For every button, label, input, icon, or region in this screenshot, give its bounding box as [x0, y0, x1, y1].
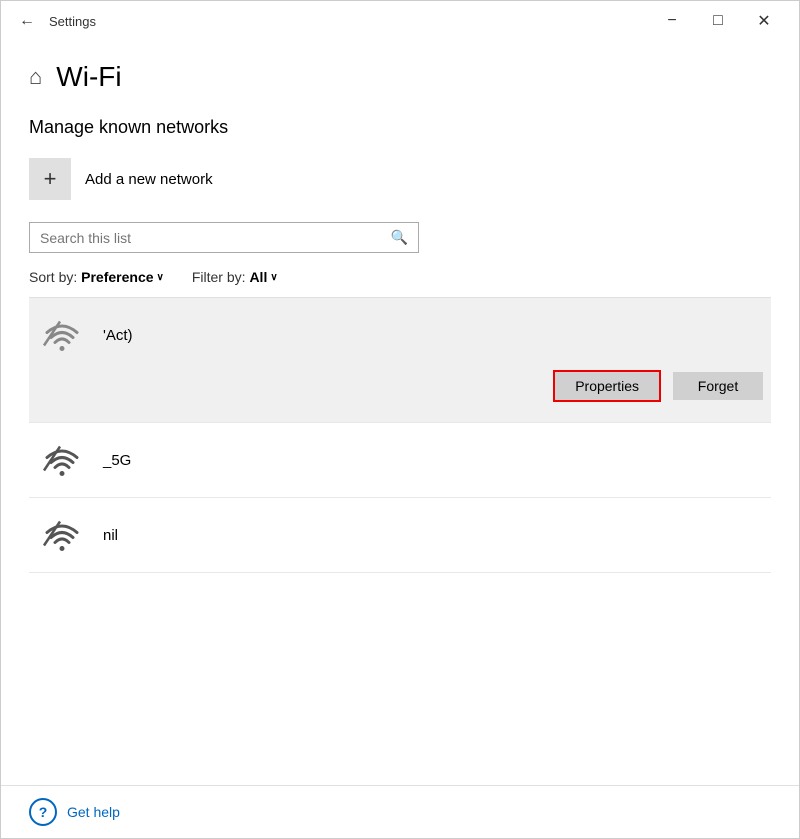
network-name-nil: nil: [103, 527, 763, 544]
filter-chevron: ∨: [270, 272, 277, 283]
network-name-act: 'Act): [103, 327, 763, 344]
settings-window: ← Settings − □ ✕ ⌂ Wi-Fi Manage known ne…: [0, 0, 800, 839]
main-content: ⌂ Wi-Fi Manage known networks + Add a ne…: [1, 41, 799, 785]
maximize-button[interactable]: □: [695, 5, 741, 37]
properties-button[interactable]: Properties: [553, 370, 661, 402]
forget-button[interactable]: Forget: [673, 372, 763, 400]
titlebar: ← Settings − □ ✕: [1, 1, 799, 41]
wifi-icon-act: [37, 314, 87, 356]
sort-chevron: ∨: [157, 272, 164, 283]
network-item-row[interactable]: 'Act): [29, 308, 771, 362]
page-header: ⌂ Wi-Fi: [29, 61, 771, 93]
filter-dropdown[interactable]: All ∨: [249, 269, 277, 285]
network-item-row-nil[interactable]: nil: [29, 508, 771, 562]
wifi-icon-nil: [37, 514, 87, 556]
back-icon: ←: [19, 12, 35, 30]
filter-label: Filter by: All ∨: [192, 269, 278, 285]
network-item-act: 'Act) Properties Forget: [29, 298, 771, 423]
page-title: Wi-Fi: [56, 61, 121, 93]
add-network-label: Add a new network: [85, 171, 213, 188]
back-button[interactable]: ←: [13, 8, 41, 34]
window-title: Settings: [49, 14, 649, 29]
network-item-row-5g[interactable]: _5G: [29, 433, 771, 487]
close-button[interactable]: ✕: [741, 5, 787, 37]
network-actions-act: Properties Forget: [29, 362, 771, 412]
wifi-icon-5g: [37, 439, 87, 481]
sort-label: Sort by: Preference ∨: [29, 269, 164, 285]
get-help-link[interactable]: Get help: [67, 804, 120, 820]
add-network-button[interactable]: +: [29, 158, 71, 200]
sort-filter-row: Sort by: Preference ∨ Filter by: All ∨: [29, 269, 771, 285]
network-item-5g: _5G: [29, 423, 771, 498]
search-container: 🔍: [29, 222, 419, 253]
home-icon: ⌂: [29, 64, 42, 90]
section-title: Manage known networks: [29, 117, 771, 138]
network-list: 'Act) Properties Forget: [29, 297, 771, 573]
network-item-nil: nil: [29, 498, 771, 573]
add-network-row: + Add a new network: [29, 158, 771, 200]
sort-dropdown[interactable]: Preference ∨: [81, 269, 164, 285]
search-input[interactable]: [40, 230, 391, 246]
network-name-5g: _5G: [103, 452, 763, 469]
help-icon: ?: [29, 798, 57, 826]
search-icon: 🔍: [391, 229, 408, 246]
minimize-button[interactable]: −: [649, 5, 695, 37]
footer: ? Get help: [1, 785, 799, 838]
titlebar-controls: − □ ✕: [649, 5, 787, 37]
